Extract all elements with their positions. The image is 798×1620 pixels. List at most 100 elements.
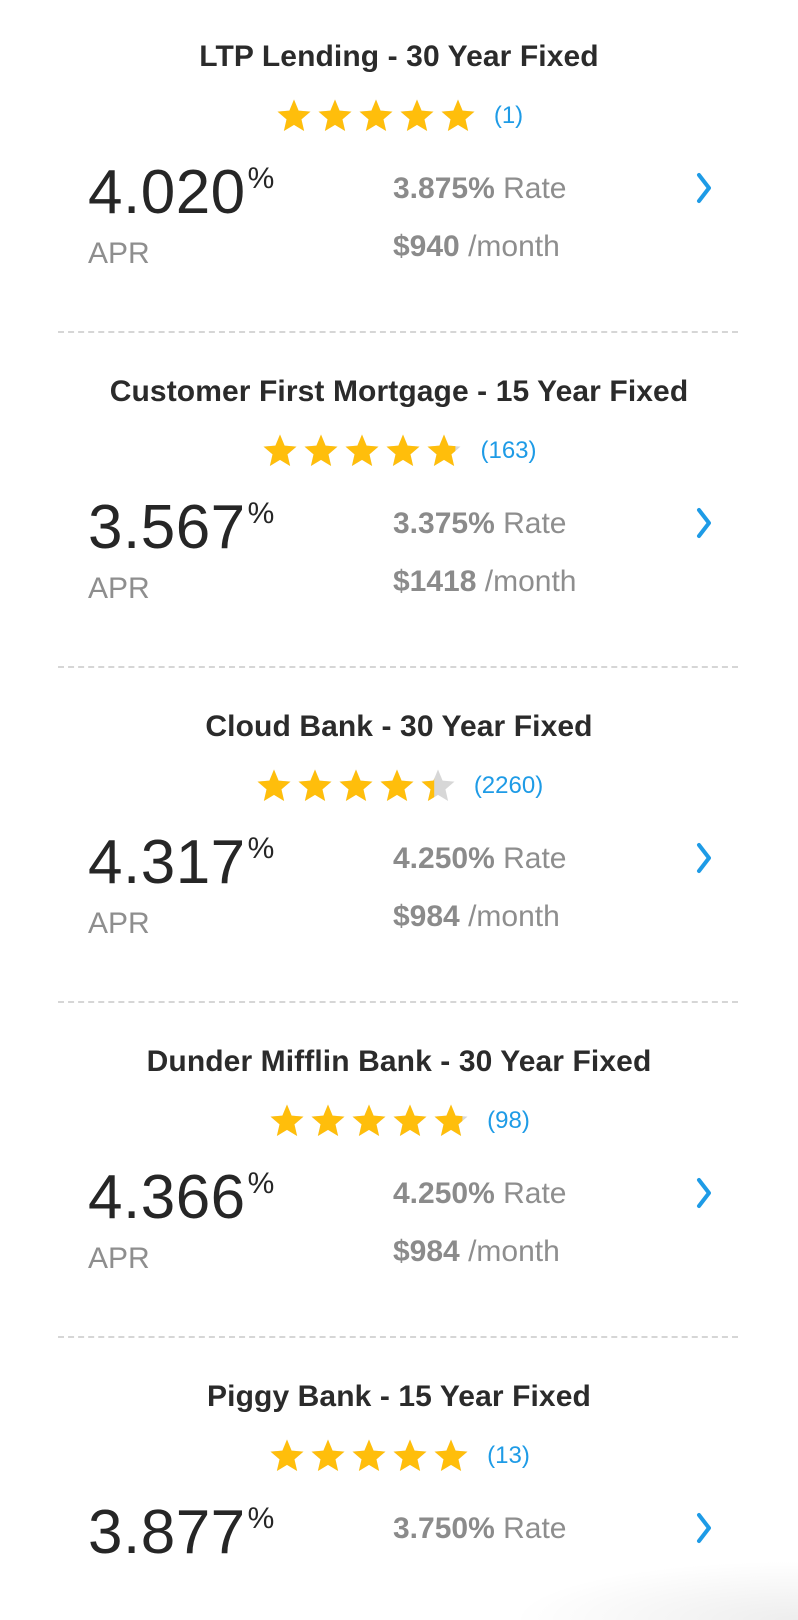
star-icon xyxy=(298,769,332,802)
star-icon xyxy=(257,769,291,802)
star-icon xyxy=(393,1104,427,1137)
monthly-payment-value: $984 xyxy=(393,900,460,933)
monthly-payment-line: $984 /month xyxy=(393,1235,560,1269)
apr-label: APR xyxy=(88,572,150,605)
rating-row: (2260) xyxy=(0,766,798,806)
apr-percent-sign: % xyxy=(247,832,275,865)
star-icon xyxy=(270,1439,304,1472)
rate-line: 3.875% Rate xyxy=(393,172,566,206)
apr-number: 4.366 xyxy=(88,1163,246,1232)
apr-value: 4.366% xyxy=(88,1167,275,1229)
star-icon xyxy=(311,1104,345,1137)
apr-percent-sign: % xyxy=(247,162,275,195)
rating-row: (13) xyxy=(0,1436,798,1476)
star-icon xyxy=(264,434,297,467)
apr-value: 3.877% xyxy=(88,1502,275,1564)
chevron-right-icon[interactable] xyxy=(694,840,714,876)
monthly-payment-value: $940 xyxy=(393,230,460,263)
star-icon xyxy=(305,434,338,467)
star-icon xyxy=(428,434,461,467)
monthly-payment-line: $984 /month xyxy=(393,900,560,934)
chevron-right-icon[interactable] xyxy=(694,1510,714,1546)
star-icon xyxy=(318,99,352,132)
star-icon xyxy=(434,1439,468,1472)
apr-number: 3.877 xyxy=(88,1498,246,1567)
apr-number: 4.020 xyxy=(88,158,246,227)
star-icon xyxy=(387,434,420,467)
star-icon xyxy=(434,1104,468,1137)
lender-card[interactable]: Cloud Bank - 30 Year Fixed (2260) 4.317%… xyxy=(0,670,798,1016)
star-icon xyxy=(359,99,393,132)
star-icon xyxy=(270,1104,304,1137)
lender-title: Dunder Mifflin Bank - 30 Year Fixed xyxy=(146,1045,652,1078)
apr-percent-sign: % xyxy=(247,1167,275,1200)
lender-title: Customer First Mortgage - 15 Year Fixed xyxy=(109,375,689,408)
apr-label: APR xyxy=(88,1242,150,1275)
review-count[interactable]: (2260) xyxy=(474,772,543,800)
rating-row: (1) xyxy=(0,96,798,136)
divider xyxy=(58,331,738,333)
star-rating xyxy=(268,1102,470,1140)
apr-number: 3.567 xyxy=(88,493,246,562)
lender-list: LTP Lending - 30 Year Fixed (1) 4.020% A… xyxy=(0,0,798,1620)
rate-label: Rate xyxy=(503,842,567,875)
chevron-right-icon[interactable] xyxy=(694,505,714,541)
apr-value: 4.020% xyxy=(88,162,275,224)
monthly-payment-label: /month xyxy=(468,900,560,933)
apr-number: 4.317 xyxy=(88,828,246,897)
rate-line: 4.250% Rate xyxy=(393,842,566,876)
monthly-payment-line: $940 /month xyxy=(393,230,560,264)
rating-row: (163) xyxy=(0,431,798,471)
lender-card[interactable]: Customer First Mortgage - 15 Year Fixed … xyxy=(0,335,798,681)
apr-percent-sign: % xyxy=(247,1502,275,1535)
lender-title: Piggy Bank - 15 Year Fixed xyxy=(207,1380,591,1413)
apr-label: APR xyxy=(88,907,150,940)
apr-value: 3.567% xyxy=(88,497,275,559)
star-icon xyxy=(393,1439,427,1472)
star-icon xyxy=(277,99,311,132)
star-rating xyxy=(268,1437,470,1475)
monthly-payment-label: /month xyxy=(468,1235,560,1268)
monthly-payment-value: $1418 xyxy=(393,565,477,598)
review-count[interactable]: (1) xyxy=(494,102,523,130)
star-icon xyxy=(421,769,455,802)
review-count[interactable]: (163) xyxy=(480,437,536,465)
lender-card[interactable]: LTP Lending - 30 Year Fixed (1) 4.020% A… xyxy=(0,0,798,346)
star-icon xyxy=(352,1439,386,1472)
monthly-payment-value: $984 xyxy=(393,1235,460,1268)
star-rating xyxy=(261,432,463,470)
rate-label: Rate xyxy=(503,507,567,540)
star-icon xyxy=(380,769,414,802)
star-icon xyxy=(400,99,434,132)
review-count[interactable]: (98) xyxy=(487,1107,530,1135)
star-rating xyxy=(275,97,477,135)
divider xyxy=(58,1001,738,1003)
rate-line: 3.375% Rate xyxy=(393,507,566,541)
monthly-payment-line: $1418 /month xyxy=(393,565,577,599)
chevron-right-icon[interactable] xyxy=(694,170,714,206)
star-rating xyxy=(255,767,457,805)
rating-row: (98) xyxy=(0,1101,798,1141)
lender-title: LTP Lending - 30 Year Fixed xyxy=(199,40,599,73)
monthly-payment-label: /month xyxy=(468,230,560,263)
apr-percent-sign: % xyxy=(247,497,275,530)
chevron-right-icon[interactable] xyxy=(694,1175,714,1211)
lender-card[interactable]: Piggy Bank - 15 Year Fixed (13) 3.877% 3… xyxy=(0,1340,798,1620)
rate-label: Rate xyxy=(503,1512,567,1545)
star-icon xyxy=(339,769,373,802)
lender-card[interactable]: Dunder Mifflin Bank - 30 Year Fixed (98)… xyxy=(0,1005,798,1351)
review-count[interactable]: (13) xyxy=(487,1442,530,1470)
rate-line: 3.750% Rate xyxy=(393,1512,566,1546)
star-icon xyxy=(441,99,475,132)
rate-label: Rate xyxy=(503,172,567,205)
star-icon xyxy=(346,434,379,467)
star-icon xyxy=(352,1104,386,1137)
rate-value: 4.250% xyxy=(393,1177,495,1210)
monthly-payment-label: /month xyxy=(484,565,577,598)
apr-label: APR xyxy=(88,237,150,270)
rate-value: 3.375% xyxy=(393,507,495,540)
divider xyxy=(58,666,738,668)
rate-label: Rate xyxy=(503,1177,567,1210)
star-icon xyxy=(311,1439,345,1472)
rate-value: 3.875% xyxy=(393,172,495,205)
